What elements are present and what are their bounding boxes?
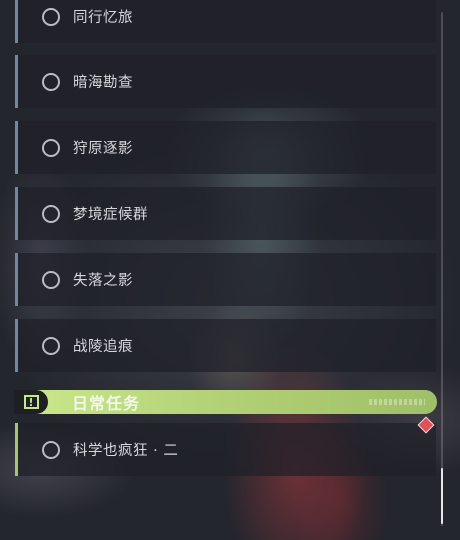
status-ring-icon (42, 72, 60, 91)
daily-tasks-header: ! 日常任务 (14, 390, 437, 414)
section-title: 日常任务 (72, 394, 141, 413)
quest-label: 狩原逐影 (73, 141, 133, 157)
status-ring-icon (42, 270, 60, 289)
status-ring-icon (42, 440, 60, 459)
status-ring-icon (42, 336, 60, 355)
quest-label: 失落之影 (73, 273, 133, 289)
exclamation-icon: ! (23, 395, 39, 409)
quest-label: 同行忆旅 (73, 10, 133, 26)
status-ring-icon (42, 204, 60, 223)
quest-item[interactable]: 狩原逐影 (15, 121, 436, 174)
scrollbar-track[interactable] (441, 12, 443, 526)
quest-item[interactable]: 同行忆旅 (15, 0, 436, 43)
quest-label: 梦境症候群 (73, 207, 148, 223)
scrollbar-thumb[interactable] (441, 468, 443, 524)
quest-item[interactable]: 科学也疯狂 · 二 (15, 423, 436, 476)
quest-item[interactable]: 战陵追痕 (15, 319, 436, 372)
quest-item[interactable]: 失落之影 (15, 253, 436, 306)
status-ring-icon (42, 138, 60, 157)
section-badge: ! (14, 390, 48, 414)
status-ring-icon (42, 7, 60, 26)
header-decoration (369, 399, 425, 405)
quest-label: 科学也疯狂 · 二 (73, 443, 179, 459)
quest-label: 暗海勘查 (73, 75, 133, 91)
quest-label: 战陵追痕 (73, 339, 133, 355)
quest-item[interactable]: 梦境症候群 (15, 187, 436, 240)
quest-item[interactable]: 暗海勘查 (15, 55, 436, 108)
